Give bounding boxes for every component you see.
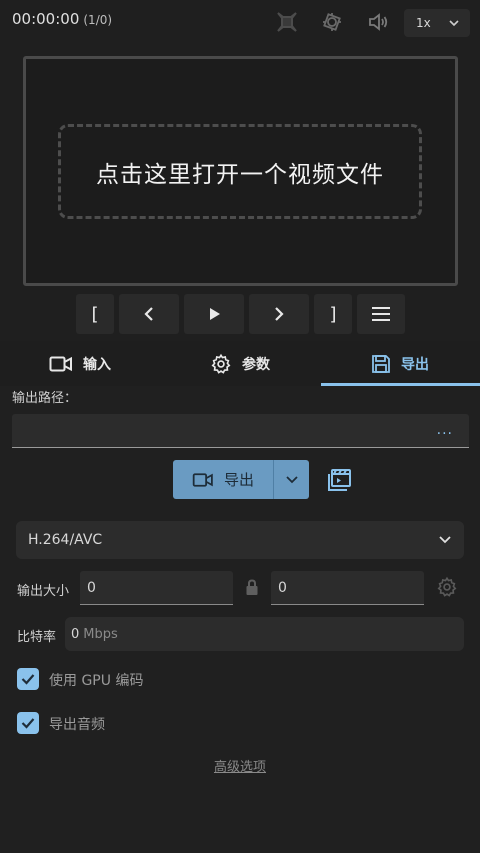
tab-bar: 输入 参数 导出 xyxy=(0,341,480,386)
output-size-label: 输出大小 xyxy=(17,584,70,599)
video-camera-icon xyxy=(49,356,72,371)
tab-input[interactable]: 输入 xyxy=(0,341,160,386)
chevron-down-icon xyxy=(449,20,459,27)
output-path-input[interactable]: ... xyxy=(12,414,469,448)
browse-path-button[interactable]: ... xyxy=(437,422,453,438)
tab-params-label: 参数 xyxy=(242,356,270,373)
batch-export-icon[interactable] xyxy=(325,466,353,494)
export-options-dropdown[interactable] xyxy=(274,460,309,499)
chevron-right-icon xyxy=(275,307,284,321)
codec-value: H.264/AVC xyxy=(28,532,103,548)
stabilize-icon[interactable] xyxy=(318,8,346,36)
bitrate-value: 0 xyxy=(71,626,80,642)
current-time: 00:00:00 xyxy=(12,10,80,28)
checkmark-icon xyxy=(21,718,35,729)
play-icon xyxy=(210,308,220,320)
save-icon xyxy=(372,354,390,373)
volume-icon[interactable] xyxy=(364,8,392,36)
aspect-lock-icon[interactable] xyxy=(244,578,260,596)
tab-params[interactable]: 参数 xyxy=(160,341,320,386)
previous-frame-button[interactable] xyxy=(119,294,179,334)
output-height-input[interactable]: 0 xyxy=(271,571,424,605)
codec-select[interactable]: H.264/AVC xyxy=(16,521,464,559)
tab-input-label: 输入 xyxy=(83,356,111,373)
chevron-down-icon xyxy=(285,475,298,483)
export-audio-checkbox[interactable] xyxy=(17,712,39,734)
open-video-prompt: 点击这里打开一个视频文件 xyxy=(96,161,384,188)
bitrate-input[interactable]: 0 Mbps xyxy=(65,617,464,651)
tab-export-label: 导出 xyxy=(401,356,429,373)
hamburger-menu-icon xyxy=(372,307,390,321)
timecode: 00:00:00 (1/0) xyxy=(12,8,112,30)
mark-out-button[interactable]: ] xyxy=(314,294,352,334)
export-audio-label: 导出音频 xyxy=(49,717,105,733)
crop-icon[interactable] xyxy=(273,8,301,36)
mark-out-label: ] xyxy=(329,303,337,325)
chevron-left-icon xyxy=(144,307,153,321)
checkmark-icon xyxy=(21,674,35,685)
speed-value: 1x xyxy=(416,16,431,30)
playback-speed-select[interactable]: 1x xyxy=(404,9,470,37)
output-width-input[interactable]: 0 xyxy=(80,571,233,605)
bitrate-label: 比特率 xyxy=(17,630,57,645)
export-split-button: 导出 xyxy=(173,460,309,499)
open-video-dropzone[interactable]: 点击这里打开一个视频文件 xyxy=(58,124,422,219)
mark-in-label: [ xyxy=(91,303,99,325)
video-camera-icon xyxy=(192,472,213,487)
menu-button[interactable] xyxy=(357,294,405,334)
size-settings-gear-icon[interactable] xyxy=(436,576,458,598)
advanced-options-link[interactable]: 高级选项 xyxy=(0,756,480,775)
export-button[interactable]: 导出 xyxy=(173,460,273,499)
bitrate-unit: Mbps xyxy=(83,626,118,642)
tab-export[interactable]: 导出 xyxy=(320,341,480,386)
use-gpu-label: 使用 GPU 编码 xyxy=(49,673,144,689)
mark-in-button[interactable]: [ xyxy=(76,294,114,334)
gear-icon xyxy=(211,353,231,374)
output-width-value: 0 xyxy=(87,579,96,596)
play-button[interactable] xyxy=(184,294,244,334)
chevron-down-icon xyxy=(439,536,451,544)
use-gpu-checkbox[interactable] xyxy=(17,668,39,690)
export-button-label: 导出 xyxy=(223,471,254,489)
next-frame-button[interactable] xyxy=(249,294,309,334)
output-path-label: 输出路径： xyxy=(12,391,78,406)
frame-counter: (1/0) xyxy=(83,13,113,27)
output-height-value: 0 xyxy=(278,579,287,596)
